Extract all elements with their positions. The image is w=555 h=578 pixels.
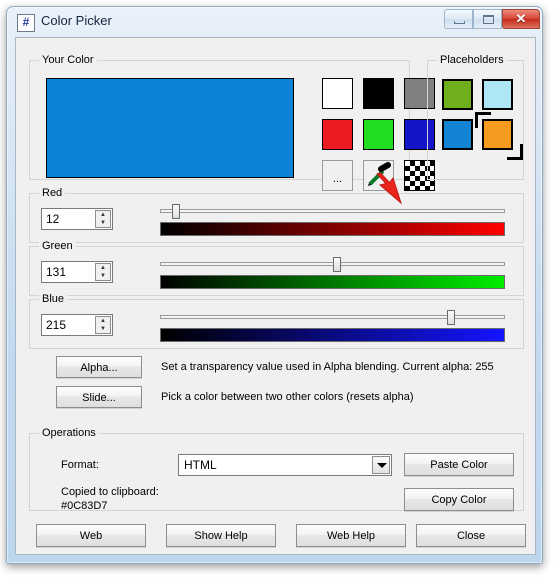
title-bar: # Color Picker ✕ — [7, 7, 542, 37]
red-gradient-bar[interactable] — [160, 222, 505, 236]
more-colors-label: ... — [332, 173, 343, 185]
operations-group-label: Operations — [39, 427, 99, 439]
blue-gradient-bar[interactable] — [160, 328, 505, 342]
placeholder-lightblue[interactable] — [482, 79, 513, 110]
more-colors-button[interactable]: ... — [322, 160, 353, 191]
placeholders-group: Placeholders — [427, 54, 524, 180]
maximize-icon — [483, 15, 494, 24]
eyedropper-icon — [368, 162, 391, 186]
current-color-preview[interactable] — [46, 78, 294, 178]
hash-icon: # — [17, 14, 35, 32]
green-gradient-bar[interactable] — [160, 275, 505, 289]
blue-spinner-down-icon[interactable]: ▼ — [96, 325, 110, 333]
maximize-button[interactable] — [473, 9, 502, 29]
green-spinner-up-icon[interactable]: ▲ — [96, 264, 110, 272]
close-button[interactable]: ✕ — [502, 9, 540, 29]
placeholder-blue[interactable] — [442, 119, 473, 150]
minimize-button[interactable] — [444, 9, 473, 29]
format-label: Format: — [61, 459, 99, 471]
your-color-group: Your Color ... — [29, 54, 435, 191]
blue-spinner-up-icon[interactable]: ▲ — [96, 317, 110, 325]
red-slider[interactable] — [160, 203, 505, 219]
format-selected-value: HTML — [184, 458, 217, 472]
alpha-button[interactable]: Alpha... — [56, 356, 142, 378]
format-select[interactable]: HTML — [178, 454, 392, 476]
green-slider-thumb[interactable] — [333, 257, 342, 272]
red-value: 12 — [46, 212, 60, 226]
red-slider-thumb[interactable] — [172, 204, 181, 219]
blue-value: 215 — [46, 318, 67, 332]
swatch-white[interactable] — [322, 78, 353, 109]
red-spinner-down-icon[interactable]: ▼ — [96, 219, 110, 227]
swatch-green[interactable] — [363, 119, 394, 150]
operations-group: Operations Format: HTML Copied to clipbo… — [29, 427, 524, 512]
red-channel-group: Red 12 ▲ ▼ — [29, 187, 524, 243]
close-dialog-button[interactable]: Close — [416, 524, 526, 547]
red-channel-label: Red — [39, 187, 66, 199]
green-spinner-down-icon[interactable]: ▼ — [96, 272, 110, 280]
web-button[interactable]: Web — [36, 524, 146, 547]
alpha-description: Set a transparency value used in Alpha b… — [161, 361, 494, 373]
clipboard-value: #0C83D7 — [61, 500, 108, 512]
blue-value-input[interactable]: 215 ▲ ▼ — [41, 314, 113, 336]
window-title: Color Picker — [41, 13, 112, 28]
blue-slider-thumb[interactable] — [446, 310, 455, 325]
green-value: 131 — [46, 265, 67, 279]
green-slider[interactable] — [160, 256, 505, 272]
clipboard-label: Copied to clipboard: — [61, 486, 159, 498]
green-channel-group: Green 131 ▲ ▼ — [29, 240, 524, 296]
green-spinner[interactable]: ▲ ▼ — [95, 263, 111, 281]
green-value-input[interactable]: 131 ▲ ▼ — [41, 261, 113, 283]
placeholders-group-label: Placeholders — [437, 54, 507, 66]
red-spinner[interactable]: ▲ ▼ — [95, 210, 111, 228]
blue-channel-label: Blue — [39, 293, 68, 305]
slide-button[interactable]: Slide... — [56, 386, 142, 408]
red-slider-track[interactable] — [160, 209, 505, 213]
red-value-input[interactable]: 12 ▲ ▼ — [41, 208, 113, 230]
eyedropper-button[interactable] — [363, 160, 394, 191]
copy-color-button[interactable]: Copy Color — [404, 488, 514, 511]
swatch-black[interactable] — [363, 78, 394, 109]
swatch-red[interactable] — [322, 119, 353, 150]
blue-channel-group: Blue 215 ▲ ▼ — [29, 293, 524, 349]
chevron-down-icon[interactable] — [372, 456, 390, 474]
red-spinner-up-icon[interactable]: ▲ — [96, 211, 110, 219]
dialog-client-area: Your Color ... Placeholders Red 12 ▲ ▼ G… — [15, 37, 536, 555]
placeholder-green[interactable] — [442, 79, 473, 110]
close-icon: ✕ — [515, 11, 527, 26]
placeholder-selection-marker — [475, 112, 491, 128]
blue-spinner[interactable]: ▲ ▼ — [95, 316, 111, 334]
blue-slider[interactable] — [160, 309, 505, 325]
paste-color-button[interactable]: Paste Color — [404, 453, 514, 476]
green-channel-label: Green — [39, 240, 76, 252]
slide-description: Pick a color between two other colors (r… — [161, 391, 414, 403]
placeholder-selection-marker — [507, 144, 523, 160]
web-help-button[interactable]: Web Help — [296, 524, 406, 547]
color-picker-window: # Color Picker ✕ Your Color ... Placehol… — [6, 6, 543, 564]
minimize-icon — [454, 21, 465, 24]
your-color-group-label: Your Color — [39, 54, 97, 66]
show-help-button[interactable]: Show Help — [166, 524, 276, 547]
